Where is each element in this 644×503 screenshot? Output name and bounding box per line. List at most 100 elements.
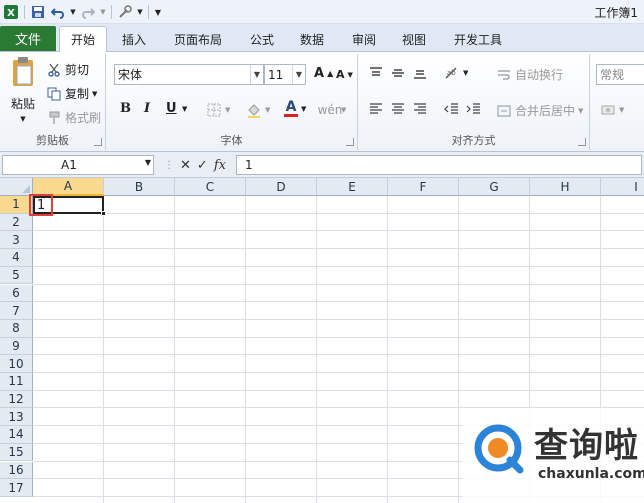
accounting-dropdown-icon[interactable]: ▼: [619, 106, 624, 114]
tools-icon[interactable]: [116, 3, 134, 21]
tab-home[interactable]: 开始: [59, 26, 107, 52]
scissors-icon: [46, 62, 62, 78]
row-gridline: [33, 230, 644, 232]
increase-indent-button[interactable]: [466, 102, 482, 116]
borders-button[interactable]: ▼: [206, 102, 230, 118]
customize-qat-icon[interactable]: ▼: [153, 3, 163, 21]
row-header-14[interactable]: 14: [0, 426, 33, 444]
merge-center-button[interactable]: 合并后居中 ▼: [496, 102, 583, 119]
tab-view[interactable]: 视图: [394, 26, 434, 52]
font-color-button[interactable]: A ▼: [284, 100, 306, 117]
watermark-name: 查询啦: [534, 426, 639, 466]
tab-data[interactable]: 数据: [292, 26, 332, 52]
orientation-dropdown-icon[interactable]: ▼: [463, 69, 468, 77]
align-top-button[interactable]: [368, 66, 384, 80]
borders-dropdown-icon[interactable]: ▼: [225, 106, 230, 114]
format-painter-button[interactable]: 格式刷: [46, 109, 101, 126]
row-header-13[interactable]: 13: [0, 408, 33, 427]
align-center-button[interactable]: [390, 102, 406, 116]
cancel-icon[interactable]: ✕: [180, 158, 191, 173]
row-header-5[interactable]: 5: [0, 266, 33, 285]
redo-dropdown-icon[interactable]: ▼: [99, 3, 107, 21]
phonetic-dropdown-icon[interactable]: ▼: [341, 106, 346, 114]
column-header-g[interactable]: G: [459, 178, 530, 196]
align-bottom-button[interactable]: [412, 66, 428, 80]
font-name-dropdown-icon[interactable]: ▼: [250, 65, 263, 84]
tab-insert[interactable]: 插入: [114, 26, 154, 52]
clipboard-launcher-icon[interactable]: [94, 138, 102, 146]
row-header-7[interactable]: 7: [0, 302, 33, 320]
font-color-dropdown-icon[interactable]: ▼: [301, 105, 306, 113]
align-middle-button[interactable]: [390, 66, 406, 80]
formula-buttons: ⋮ ✕ ✓ fx: [160, 155, 234, 175]
merge-center-dropdown-icon[interactable]: ▼: [578, 107, 583, 115]
align-right-button[interactable]: [412, 102, 428, 116]
decrease-indent-button[interactable]: [444, 102, 460, 116]
copy-dropdown-icon[interactable]: ▼: [92, 90, 97, 98]
row-header-9[interactable]: 9: [0, 337, 33, 356]
undo-dropdown-icon[interactable]: ▼: [69, 3, 77, 21]
row-header-3[interactable]: 3: [0, 231, 33, 250]
tab-review[interactable]: 审阅: [344, 26, 384, 52]
row-header-4[interactable]: 4: [0, 249, 33, 267]
align-left-button[interactable]: [368, 102, 384, 116]
row-header-12[interactable]: 12: [0, 390, 33, 409]
tab-page-layout[interactable]: 页面布局: [166, 26, 230, 52]
italic-button[interactable]: I: [144, 101, 150, 116]
align-left-icon: [370, 103, 382, 114]
fill-handle[interactable]: [101, 211, 106, 216]
align-middle-icon: [392, 69, 404, 77]
column-header-i[interactable]: I: [601, 178, 644, 196]
row-header-17[interactable]: 17: [0, 479, 33, 497]
column-header-f[interactable]: F: [388, 178, 459, 196]
font-size-combo[interactable]: 11 ▼: [264, 64, 306, 85]
enter-icon[interactable]: ✓: [197, 158, 208, 173]
underline-dropdown-icon[interactable]: ▼: [182, 105, 187, 113]
row-header-8[interactable]: 8: [0, 319, 33, 338]
increase-indent-icon: [466, 103, 480, 114]
tab-file[interactable]: 文件: [0, 26, 56, 51]
font-size-dropdown-icon[interactable]: ▼: [292, 65, 305, 84]
tools-dropdown-icon[interactable]: ▼: [136, 3, 144, 21]
accounting-format-button[interactable]: ▼: [600, 102, 624, 118]
redo-icon[interactable]: [79, 3, 97, 21]
row-header-16[interactable]: 16: [0, 461, 33, 480]
undo-icon[interactable]: [49, 3, 67, 21]
row-header-10[interactable]: 10: [0, 355, 33, 373]
alignment-group: ab ▼ 自动换行 合并后居中 ▼ 对齐方式: [358, 54, 590, 150]
font-launcher-icon[interactable]: [346, 138, 354, 146]
fill-color-dropdown-icon[interactable]: ▼: [265, 106, 270, 114]
row-header-11[interactable]: 11: [0, 373, 33, 391]
underline-button[interactable]: U: [166, 101, 177, 116]
column-header-c[interactable]: C: [175, 178, 246, 196]
orientation-button[interactable]: ab ▼: [444, 66, 468, 80]
row-header-6[interactable]: 6: [0, 284, 33, 303]
phonetic-button[interactable]: wén ▼: [318, 102, 347, 118]
name-box-dropdown-icon[interactable]: ▼: [145, 158, 151, 167]
alignment-launcher-icon[interactable]: [578, 138, 586, 146]
bold-button[interactable]: B: [120, 101, 131, 116]
wrap-text-button[interactable]: 自动换行: [496, 66, 563, 83]
column-header-h[interactable]: H: [530, 178, 601, 196]
insert-function-icon[interactable]: fx: [214, 158, 226, 173]
tab-developer[interactable]: 开发工具: [446, 26, 510, 52]
column-header-d[interactable]: D: [246, 178, 317, 196]
fill-color-button[interactable]: ▼: [246, 102, 270, 118]
column-header-b[interactable]: B: [104, 178, 175, 196]
name-box[interactable]: A1 ▼: [2, 155, 154, 175]
copy-button[interactable]: 复制 ▼: [46, 85, 97, 102]
formula-input[interactable]: 1: [236, 155, 642, 175]
tab-formulas[interactable]: 公式: [242, 26, 282, 52]
save-icon[interactable]: [29, 3, 47, 21]
cut-button[interactable]: 剪切: [46, 61, 89, 78]
grow-font-button[interactable]: A ▲: [314, 66, 333, 81]
font-name-combo[interactable]: 宋体 ▼: [114, 64, 264, 85]
shrink-font-button[interactable]: A ▼: [336, 68, 353, 81]
paste-dropdown-icon[interactable]: ▼: [20, 115, 25, 123]
row-header-2[interactable]: 2: [0, 213, 33, 232]
row-header-15[interactable]: 15: [0, 443, 33, 462]
column-header-e[interactable]: E: [317, 178, 388, 196]
number-format-combo[interactable]: 常规: [596, 64, 644, 85]
paste-button[interactable]: 粘贴 ▼: [6, 56, 40, 126]
row-gridline: [33, 336, 644, 338]
